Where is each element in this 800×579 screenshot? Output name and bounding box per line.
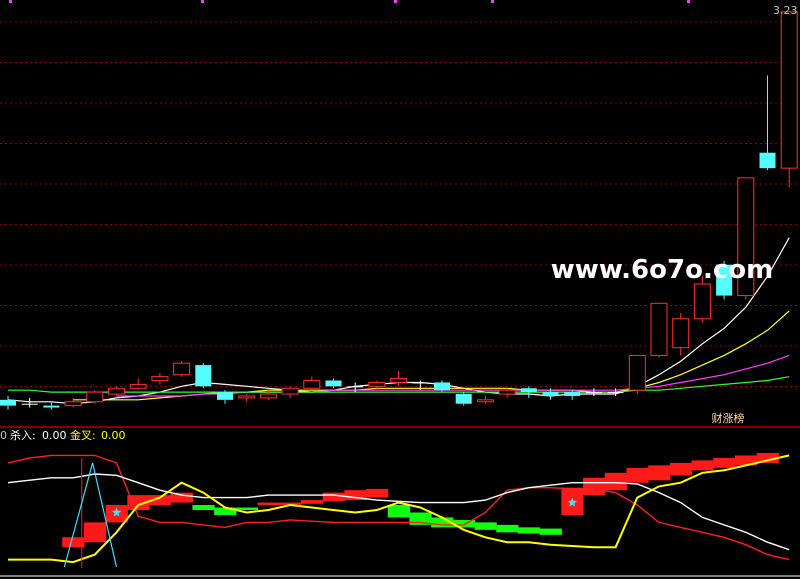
indicator-bar: [366, 488, 389, 498]
candle[interactable]: [780, 11, 798, 188]
candle-body: [347, 386, 364, 388]
indicator-bar: [583, 477, 606, 496]
candle-body: [585, 392, 602, 394]
indicator-bar: [626, 467, 649, 483]
top-marker: [687, 0, 690, 3]
candle-body: [434, 382, 450, 391]
indicator-bar: [648, 465, 671, 481]
candle-body: [498, 389, 516, 395]
indicator-bar: [387, 505, 410, 518]
candle[interactable]: [455, 392, 472, 406]
candle-body: [628, 354, 646, 391]
candle-body: [390, 378, 408, 383]
indicator-bar: [604, 472, 627, 491]
candle[interactable]: [195, 363, 212, 389]
indicator-bar: [474, 522, 497, 530]
candle-body: [259, 393, 277, 399]
candle-body: [238, 395, 256, 399]
indicator-bar: [691, 460, 714, 471]
legend-kill-value: 0.00: [42, 429, 67, 442]
candle-body: [412, 382, 429, 384]
candle-body: [108, 387, 125, 395]
candle[interactable]: [86, 390, 104, 404]
top-marker: [201, 0, 204, 3]
candle-body: [173, 362, 191, 376]
indicator-bar: [170, 492, 193, 503]
candle[interactable]: [628, 354, 646, 395]
candle-body: [86, 391, 104, 403]
candle-body: [281, 387, 299, 395]
candle-body: [672, 318, 690, 349]
chart-stage: 3.23 www.6o7o.com 财涨榜 0 杀入: 0.00 金叉: 0.0…: [0, 0, 800, 579]
legend-prefix: 0: [0, 429, 7, 442]
chart-background: [0, 0, 800, 579]
top-marker: [491, 0, 494, 3]
legend-cross-label: 金叉:: [70, 428, 96, 442]
top-marker: [394, 0, 397, 3]
candle-body: [520, 388, 537, 393]
candle-body: [476, 399, 494, 403]
candle-body: [455, 394, 472, 404]
indicator-bar: [669, 462, 693, 476]
indicator-bar: [83, 522, 107, 543]
watermark: www.6o7o.com: [551, 255, 773, 285]
indicator-bar: [62, 537, 85, 548]
candle-body: [151, 376, 169, 382]
candle-body: [542, 392, 559, 396]
indicator-bar: [322, 492, 345, 502]
candle-body: [64, 401, 82, 407]
candle-body: [43, 405, 60, 408]
indicator-bar: [235, 507, 259, 510]
candle-body: [759, 152, 776, 169]
indicator-legend: 0 杀入: 0.00 金叉: 0.00: [0, 428, 126, 442]
candle-body: [780, 11, 798, 169]
candle[interactable]: [650, 302, 668, 358]
legend-kill-label: 杀入:: [10, 428, 36, 442]
indicator-bar: [517, 527, 541, 534]
candle-body: [693, 283, 711, 320]
indicator-bar: [496, 524, 519, 533]
candle-body: [564, 392, 581, 396]
legend-cross-value: 0.00: [101, 429, 126, 442]
indicator-bar: [257, 502, 280, 506]
candle-body: [368, 381, 386, 387]
price-label: 3.23: [773, 4, 798, 17]
candle-body: [325, 380, 342, 387]
candle[interactable]: [173, 361, 191, 377]
candle-body: [129, 383, 147, 389]
candle-body: [0, 399, 16, 406]
candle-body: [195, 365, 212, 387]
candle-body: [607, 392, 624, 394]
top-marker: [9, 0, 12, 3]
indicator-bar: [300, 500, 324, 504]
indicator-bar: [713, 457, 736, 468]
candle[interactable]: [108, 386, 125, 396]
badge: 财涨榜: [712, 411, 745, 425]
candle-body: [303, 380, 321, 389]
candle-body: [21, 403, 38, 405]
candle-body: [650, 302, 668, 356]
indicator-bar: [192, 505, 215, 510]
indicator-bar: [539, 528, 562, 535]
candle-body: [217, 392, 233, 400]
